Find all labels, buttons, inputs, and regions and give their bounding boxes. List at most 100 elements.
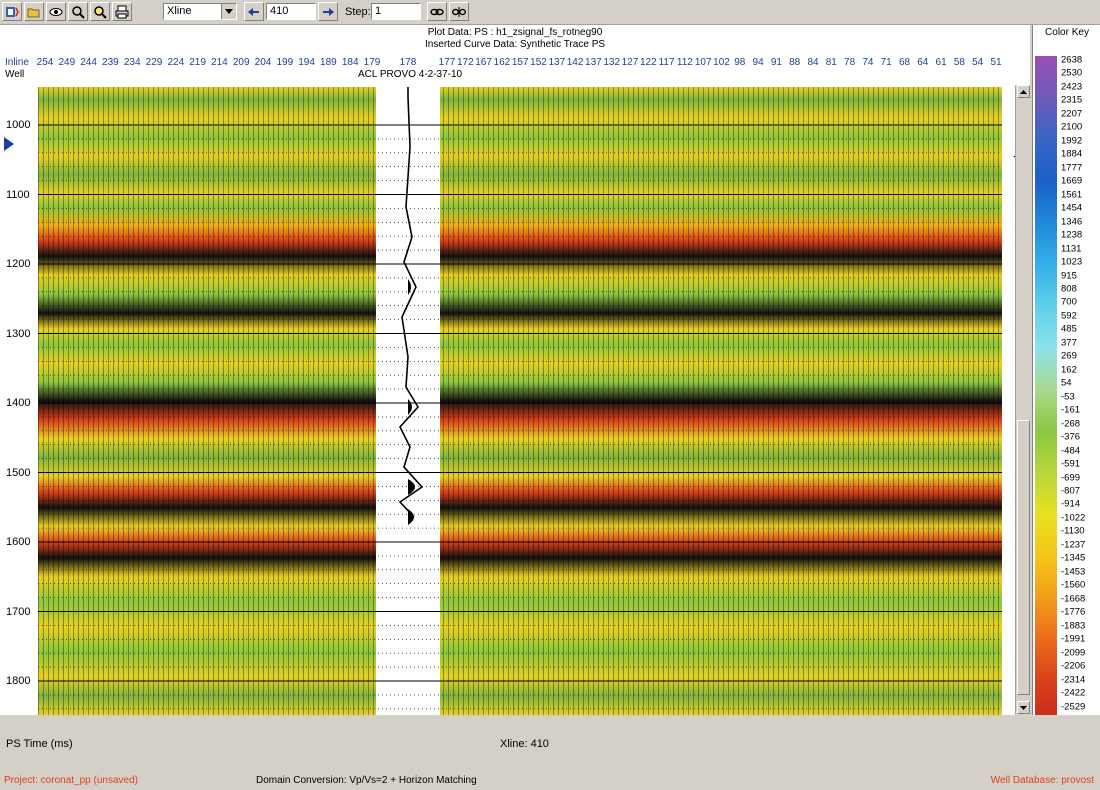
- color-key-value: 1023: [1061, 256, 1083, 268]
- time-tick: 1700: [6, 605, 31, 618]
- color-key-value: -1883: [1061, 620, 1086, 632]
- scrollbar-thumb[interactable]: [1017, 420, 1030, 695]
- color-key-bar: [1035, 56, 1057, 724]
- color-key-value: -699: [1061, 472, 1081, 484]
- color-key-value: -268: [1061, 418, 1081, 430]
- scroll-down-icon[interactable]: [1017, 701, 1030, 714]
- inline-tick: 137: [585, 57, 602, 68]
- well-axis-label: Well: [5, 69, 25, 80]
- color-key-value: 1992: [1061, 135, 1083, 147]
- well-database-status: Well Database: provost: [990, 775, 1094, 786]
- chevron-down-icon[interactable]: [221, 4, 236, 19]
- color-key-value: 1884: [1061, 148, 1083, 160]
- inline-tick: 54: [972, 57, 984, 68]
- inline-tick: 167: [475, 57, 492, 68]
- xline-readout: Xline: 410: [500, 738, 549, 750]
- print-icon[interactable]: [112, 2, 132, 21]
- color-key-value: 2315: [1061, 94, 1083, 106]
- color-key-value: 1561: [1061, 189, 1083, 201]
- color-key-value: -2099: [1061, 647, 1086, 659]
- view-eye-icon[interactable]: [46, 2, 66, 21]
- inline-tick: 204: [254, 57, 272, 68]
- color-key-value: -484: [1061, 445, 1081, 457]
- scroll-up-icon[interactable]: [1017, 85, 1030, 98]
- inline-tick: 98: [734, 57, 746, 68]
- color-key-value: 377: [1061, 337, 1077, 349]
- inline-tick-well: 178: [399, 57, 417, 68]
- inline-tick: 229: [145, 57, 163, 68]
- plot-info-bar: PS Time (ms) Xline: 410: [0, 715, 1100, 765]
- inline-tick: 209: [232, 57, 250, 68]
- time-tick: 1400: [6, 397, 31, 409]
- inline-tick: 224: [167, 57, 185, 68]
- open-well-icon[interactable]: [2, 2, 22, 21]
- color-key-value: -1991: [1061, 633, 1086, 645]
- zoom-fit-icon[interactable]: [90, 2, 110, 21]
- color-key-value: -53: [1061, 391, 1075, 403]
- inline-tick: 179: [363, 57, 381, 68]
- inline-tick: 122: [639, 57, 657, 68]
- color-key-value: 2423: [1061, 81, 1083, 93]
- inline-tick: 64: [917, 57, 929, 68]
- color-key-value: 162: [1061, 364, 1077, 376]
- inline-tick: 94: [752, 57, 764, 68]
- inline-tick: 194: [298, 57, 315, 68]
- inline-tick: 184: [341, 57, 359, 68]
- color-key-value: 1669: [1061, 175, 1083, 187]
- step-input[interactable]: 1: [371, 3, 421, 20]
- vertical-scrollbar[interactable]: [1015, 85, 1031, 715]
- color-key-value: -161: [1061, 404, 1081, 416]
- inline-tick: 78: [844, 57, 856, 68]
- inline-tick: 112: [676, 57, 693, 68]
- arrow-right-icon: [323, 7, 334, 16]
- time-tick: 1500: [6, 466, 31, 479]
- position-input[interactable]: 410: [266, 3, 316, 20]
- inline-tick: 177: [438, 57, 456, 68]
- previous-button[interactable]: [244, 2, 264, 21]
- color-key-value: 592: [1061, 310, 1077, 322]
- mode-select-value: Xline: [167, 5, 192, 17]
- mode-select[interactable]: Xline: [163, 3, 237, 20]
- time-tick: 1300: [6, 327, 31, 340]
- color-key-panel: Color Key 2638 2530 2423 2315 2207 2100 1992 18…: [1032, 25, 1100, 726]
- color-key-value: 269: [1061, 350, 1077, 362]
- link-icon[interactable]: [427, 2, 447, 21]
- color-key-value: 1131: [1061, 243, 1082, 255]
- color-key-value: 2207: [1061, 108, 1083, 120]
- inline-tick: 107: [694, 57, 712, 68]
- zoom-icon[interactable]: [68, 2, 88, 21]
- color-key-value: -1668: [1061, 593, 1086, 605]
- status-bar: Project: coronat_pp (unsaved) Domain Con…: [0, 768, 1100, 790]
- color-key-value: -1453: [1061, 566, 1086, 578]
- color-key-value: 2100: [1061, 121, 1083, 133]
- color-key-value: -914: [1061, 498, 1081, 510]
- seismic-plot-panel: Plot Data: PS : h1_zsignal_fs_rotneg90 I…: [0, 25, 1031, 715]
- inline-tick: 51: [990, 57, 1002, 68]
- inline-tick: 102: [713, 57, 730, 68]
- inline-tick: 239: [102, 57, 119, 68]
- inline-tick: 117: [658, 57, 675, 68]
- inline-tick: 132: [603, 57, 621, 68]
- inline-tick: 81: [825, 57, 837, 68]
- open-folder-icon[interactable]: [24, 2, 44, 21]
- inline-tick: 137: [548, 57, 566, 68]
- color-key-value: -1237: [1061, 539, 1086, 551]
- inline-tick: 91: [770, 57, 782, 68]
- next-button[interactable]: [318, 2, 338, 21]
- inline-tick: 152: [530, 57, 547, 68]
- color-key-value: 808: [1061, 283, 1077, 295]
- color-key-value: 915: [1061, 270, 1077, 281]
- color-key-value: -1022: [1061, 512, 1086, 524]
- unlink-icon[interactable]: [449, 2, 469, 21]
- color-key-value: 54: [1061, 377, 1072, 389]
- inline-tick: 157: [511, 57, 529, 68]
- color-key-value: -2422: [1061, 687, 1086, 699]
- time-cursor-marker-icon[interactable]: [4, 137, 14, 151]
- color-key-value: -1345: [1061, 552, 1086, 564]
- inline-tick: 127: [621, 57, 639, 68]
- arrow-left-icon: [248, 7, 259, 16]
- inline-tick: 214: [211, 57, 228, 68]
- step-label: Step:: [345, 6, 371, 18]
- time-tick: 1800: [6, 675, 31, 687]
- seismic-section[interactable]: [38, 87, 1002, 715]
